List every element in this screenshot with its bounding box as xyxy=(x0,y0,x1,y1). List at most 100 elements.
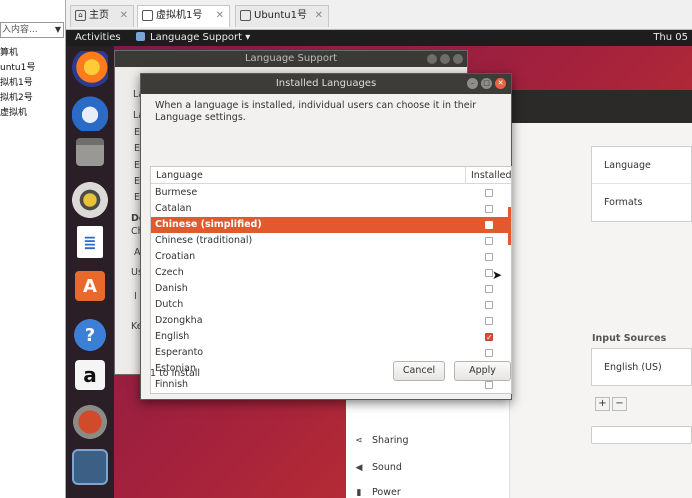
help-icon[interactable]: ? xyxy=(72,317,108,353)
software-center-icon[interactable]: A xyxy=(75,271,105,301)
column-language[interactable]: Language xyxy=(156,167,203,184)
column-installed[interactable]: Installed xyxy=(465,167,511,184)
app-menu-label: Language Support ▾ xyxy=(150,32,251,43)
language-support-title: Language Support xyxy=(244,53,338,64)
close-icon[interactable]: ✕ xyxy=(216,6,224,26)
language-row[interactable]: Dutch xyxy=(151,297,511,313)
tab-home[interactable]: ⌂ 主页 ✕ xyxy=(70,5,134,27)
library-panel: 入内容... ▼ 算机 untu1号 拟机1号 拟机2号 虚拟机 xyxy=(0,0,66,498)
tab-vm1[interactable]: 虚拟机1号 ✕ xyxy=(137,5,230,27)
dialog-title: Installed Languages xyxy=(275,78,377,89)
input-sources-box: English (US) xyxy=(591,348,692,386)
language-row[interactable]: Catalan xyxy=(151,201,511,217)
language-formats-box: Language Formats xyxy=(591,146,692,222)
chevron-down-icon[interactable]: ▼ xyxy=(55,23,61,37)
sidebar-item-power[interactable]: ▮ Power xyxy=(346,481,510,498)
installed-checkbox[interactable] xyxy=(485,237,493,245)
window-controls xyxy=(424,54,463,70)
language-row[interactable]: Esperanto xyxy=(151,345,511,361)
input-source-field[interactable] xyxy=(591,426,692,444)
amazon-icon[interactable]: a xyxy=(75,360,105,390)
files-icon[interactable] xyxy=(76,138,104,166)
language-row[interactable]: English xyxy=(151,329,511,346)
system-settings-icon[interactable] xyxy=(72,404,108,440)
installed-checkbox[interactable] xyxy=(485,205,493,213)
minimize-icon[interactable] xyxy=(427,54,437,64)
maximize-icon[interactable] xyxy=(440,54,450,64)
language-name: Dutch xyxy=(155,299,184,310)
add-input-source-button[interactable]: + xyxy=(595,397,610,411)
language-list-header: Language Installed xyxy=(151,167,511,184)
language-row[interactable]: Language xyxy=(592,147,691,184)
close-icon[interactable]: ✕ xyxy=(315,6,323,26)
language-row[interactable]: Croatian xyxy=(151,249,511,265)
installed-checkbox[interactable] xyxy=(485,381,493,389)
cancel-button[interactable]: Cancel xyxy=(393,361,445,381)
language-name: Chinese (traditional) xyxy=(155,235,253,246)
remove-input-source-button[interactable]: − xyxy=(612,397,627,411)
installed-checkbox[interactable] xyxy=(485,349,493,357)
language-support-titlebar: Language Support xyxy=(115,51,467,67)
input-source-controls: + − xyxy=(595,397,631,411)
sidebar-item-sound[interactable]: ◀ Sound xyxy=(346,456,510,480)
power-icon: ▮ xyxy=(356,488,362,498)
thunderbird-icon[interactable] xyxy=(72,95,108,131)
host-tab-bar: ⌂ 主页 ✕ 虚拟机1号 ✕ Ubuntu1号 ✕ xyxy=(66,0,692,30)
language-row[interactable]: Dzongkha xyxy=(151,313,511,329)
close-icon[interactable] xyxy=(453,54,463,64)
close-icon[interactable]: ✕ xyxy=(495,78,506,89)
language-name: Chinese (simplified) xyxy=(155,219,262,230)
installed-checkbox[interactable] xyxy=(485,330,493,346)
dock: ≣ A ? a xyxy=(66,46,114,498)
language-row[interactable]: Chinese (simplified) xyxy=(151,217,511,233)
installed-checkbox[interactable] xyxy=(485,285,493,293)
sidebar-item-sharing[interactable]: ⋖ Sharing xyxy=(346,429,510,453)
installed-checkbox[interactable] xyxy=(485,253,493,261)
vmware-tools-icon[interactable] xyxy=(72,449,108,485)
minimize-icon[interactable]: – xyxy=(467,78,478,89)
library-item[interactable]: 算机 xyxy=(0,46,64,61)
formats-row[interactable]: Formats xyxy=(592,184,691,221)
activities-button[interactable]: Activities xyxy=(75,30,121,46)
installed-checkbox[interactable] xyxy=(485,189,493,197)
apply-button[interactable]: Apply xyxy=(454,361,511,381)
share-icon: ⋖ xyxy=(355,436,363,446)
maximize-icon[interactable]: □ xyxy=(481,78,492,89)
app-menu[interactable]: Language Support ▾ xyxy=(136,30,250,46)
language-row[interactable]: Chinese (traditional) xyxy=(151,233,511,249)
language-row[interactable]: Danish xyxy=(151,281,511,297)
library-item[interactable]: 拟机2号 xyxy=(0,91,64,106)
rhythmbox-icon[interactable] xyxy=(72,182,108,218)
library-search-input[interactable]: 入内容... ▼ xyxy=(0,22,64,38)
language-name: Czech xyxy=(155,267,184,278)
language-name: Danish xyxy=(155,283,188,294)
installed-languages-dialog: Installed Languages – □ ✕ When a languag… xyxy=(140,73,512,400)
language-name: Burmese xyxy=(155,187,198,198)
ubuntu-desktop: Activities Language Support ▾ Thu 05 ≣ A… xyxy=(66,30,692,498)
libreoffice-writer-icon[interactable]: ≣ xyxy=(77,226,103,258)
installed-checkbox[interactable] xyxy=(485,317,493,325)
firefox-icon[interactable] xyxy=(72,51,108,87)
installed-checkbox[interactable] xyxy=(485,301,493,309)
language-row[interactable]: Burmese xyxy=(151,185,511,201)
tab-label: Ubuntu1号 xyxy=(254,10,307,21)
language-name: Catalan xyxy=(155,203,192,214)
language-name: Esperanto xyxy=(155,347,204,358)
language-name: English xyxy=(155,331,190,342)
sidebar-item-label: Power xyxy=(372,487,401,498)
language-support-icon xyxy=(136,32,145,41)
library-item[interactable]: 拟机1号 xyxy=(0,76,64,91)
install-status: 1 to install xyxy=(150,368,201,379)
tab-ubuntu1[interactable]: Ubuntu1号 ✕ xyxy=(235,5,329,27)
library-tree: 算机 untu1号 拟机1号 拟机2号 虚拟机 xyxy=(0,46,64,121)
language-name: Croatian xyxy=(155,251,196,262)
library-item[interactable]: 虚拟机 xyxy=(0,106,64,121)
close-icon[interactable]: ✕ xyxy=(120,6,128,26)
input-sources-title: Input Sources xyxy=(592,333,667,344)
installed-checkbox[interactable] xyxy=(485,221,493,229)
language-row[interactable]: Czech xyxy=(151,265,511,281)
input-source-row[interactable]: English (US) xyxy=(592,349,691,386)
list-scrollbar[interactable] xyxy=(508,207,511,245)
library-item[interactable]: untu1号 xyxy=(0,61,64,76)
clock[interactable]: Thu 05 xyxy=(653,30,688,46)
